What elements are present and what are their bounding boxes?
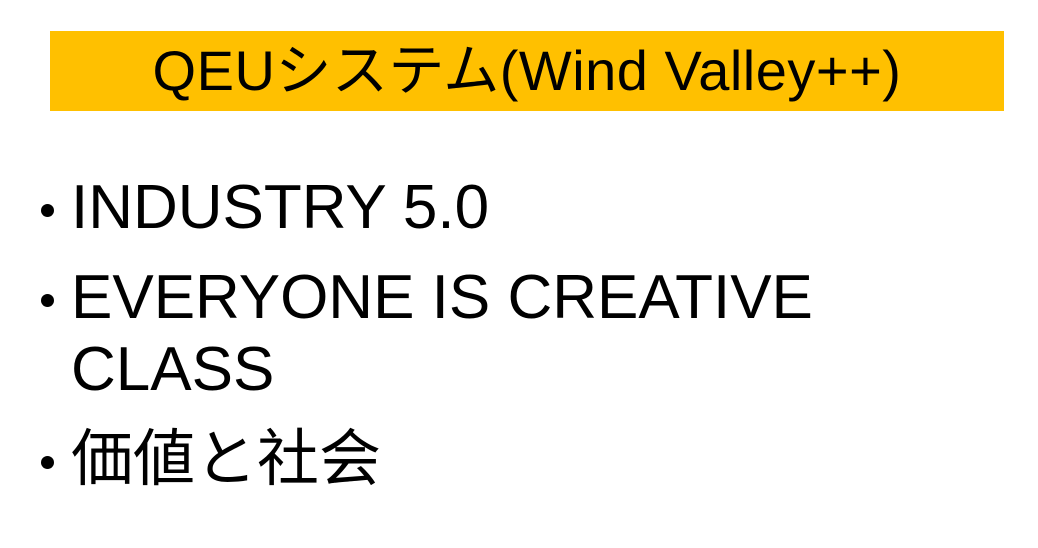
bullet-text: 価値と社会 xyxy=(71,425,382,494)
bullet-text: EVERYONE IS CREATIVE CLASS xyxy=(71,263,813,404)
bullet-item: 価値と社会 xyxy=(38,424,998,496)
slide-title: QEUシステム(Wind Valley++) xyxy=(152,39,902,102)
bullet-dot-icon xyxy=(41,294,54,307)
bullet-text: INDUSTRY 5.0 xyxy=(71,173,490,242)
bullet-item: INDUSTRY 5.0 xyxy=(38,172,998,244)
bullet-list: INDUSTRY 5.0 EVERYONE IS CREATIVE CLASS … xyxy=(38,172,998,496)
bullet-dot-icon xyxy=(41,456,54,469)
title-banner: QEUシステム(Wind Valley++) xyxy=(50,31,1004,111)
bullet-item: EVERYONE IS CREATIVE CLASS xyxy=(38,262,998,406)
bullet-dot-icon xyxy=(41,204,54,217)
